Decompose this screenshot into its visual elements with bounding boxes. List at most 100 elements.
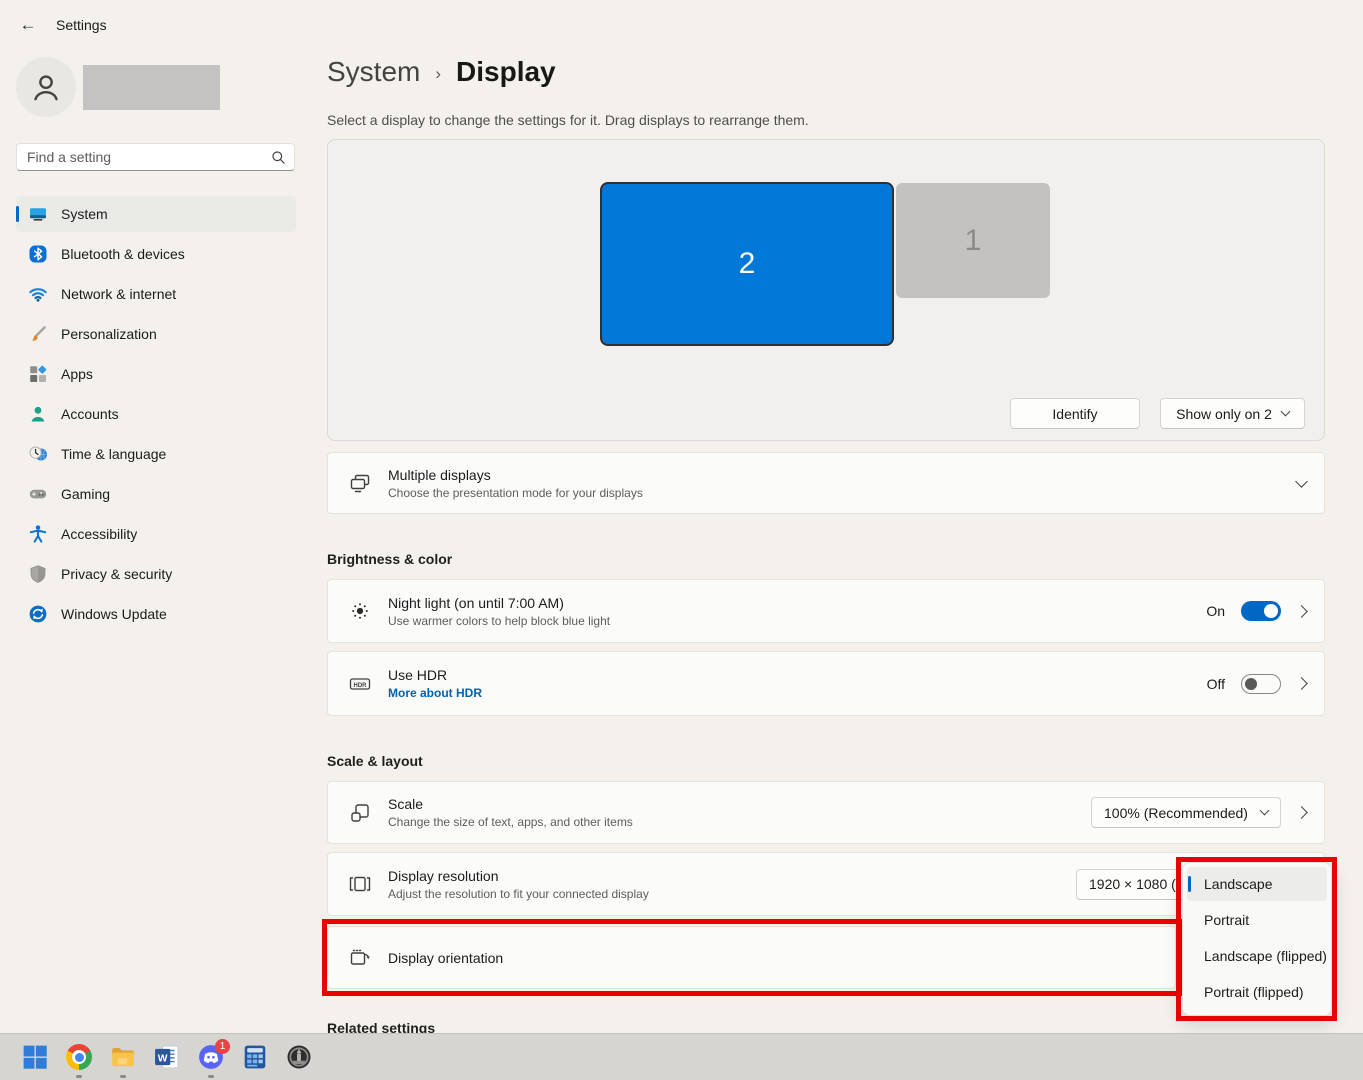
taskbar: W 1 — [0, 1033, 1363, 1080]
scale-dropdown[interactable]: 100% (Recommended) — [1091, 797, 1281, 828]
more-about-hdr-link[interactable]: More about HDR — [388, 686, 482, 700]
orientation-option-portrait[interactable]: Portrait — [1187, 903, 1327, 937]
row-title: Multiple displays — [388, 467, 643, 483]
sidebar-item-personalization[interactable]: Personalization — [16, 316, 296, 352]
sidebar-item-system[interactable]: System — [16, 196, 296, 232]
chevron-right-icon[interactable] — [1295, 806, 1308, 819]
section-scale-layout: Scale & layout — [327, 753, 423, 769]
row-subtitle: Change the size of text, apps, and other… — [388, 815, 633, 829]
identify-button[interactable]: Identify — [1010, 398, 1140, 429]
search-box[interactable] — [16, 143, 295, 171]
multiple-displays-row[interactable]: Multiple displays Choose the presentatio… — [327, 452, 1325, 514]
search-input[interactable] — [19, 149, 271, 165]
chevron-right-icon[interactable] — [1295, 605, 1308, 618]
gamepad-icon — [28, 484, 48, 504]
monitor-2[interactable]: 2 — [600, 182, 894, 346]
show-only-dropdown[interactable]: Show only on 2 — [1160, 398, 1305, 429]
hdr-toggle[interactable] — [1241, 674, 1281, 694]
row-subtitle: Use warmer colors to help block blue lig… — [388, 614, 610, 628]
breadcrumb: System › Display — [327, 56, 556, 88]
accessibility-icon — [28, 524, 48, 544]
running-indicator — [120, 1075, 126, 1078]
orientation-dropdown-menu: Landscape Portrait Landscape (flipped) P… — [1182, 862, 1332, 1016]
hdr-state: Off — [1207, 676, 1225, 692]
calculator-icon — [242, 1044, 268, 1070]
taskbar-word[interactable]: W — [154, 1044, 180, 1070]
taskbar-file-explorer[interactable] — [110, 1044, 136, 1070]
taskbar-calculator[interactable] — [242, 1044, 268, 1070]
scale-icon — [348, 801, 372, 825]
sidebar-item-label: System — [61, 206, 108, 222]
world-of-tanks-icon — [286, 1044, 312, 1070]
row-title: Night light (on until 7:00 AM) — [388, 595, 610, 611]
row-title: Scale — [388, 796, 633, 812]
option-label: Portrait (flipped) — [1204, 984, 1304, 1000]
running-indicator — [208, 1075, 214, 1078]
show-only-label: Show only on 2 — [1176, 406, 1272, 422]
sidebar-item-apps[interactable]: Apps — [16, 356, 296, 392]
display-orientation-row[interactable]: Display orientation — [327, 926, 1176, 989]
orientation-option-landscape[interactable]: Landscape — [1187, 867, 1327, 901]
row-title: Use HDR — [388, 667, 482, 683]
avatar[interactable] — [16, 57, 76, 117]
row-subtitle: Choose the presentation mode for your di… — [388, 486, 643, 500]
toggle-knob — [1245, 678, 1257, 690]
breadcrumb-separator: › — [435, 61, 441, 84]
sidebar-item-network-internet[interactable]: Network & internet — [16, 276, 296, 312]
chevron-right-icon[interactable] — [1295, 677, 1308, 690]
resolution-value: 1920 × 1080 ( — [1089, 876, 1176, 892]
svg-text:HDR: HDR — [354, 682, 368, 688]
search-icon — [271, 150, 286, 165]
sidebar-item-label: Apps — [61, 366, 93, 382]
use-hdr-row[interactable]: HDR Use HDR More about HDR Off — [327, 651, 1325, 716]
running-indicator — [76, 1075, 82, 1078]
breadcrumb-system[interactable]: System — [327, 56, 420, 88]
sidebar-item-label: Bluetooth & devices — [61, 246, 185, 262]
taskbar-discord[interactable]: 1 — [198, 1044, 224, 1070]
sidebar-item-label: Gaming — [61, 486, 110, 502]
update-icon — [28, 604, 48, 624]
shield-icon — [28, 564, 48, 584]
taskbar-world-of-tanks[interactable] — [286, 1044, 312, 1070]
orientation-option-portrait-flipped[interactable]: Portrait (flipped) — [1187, 975, 1327, 1009]
hdr-icon: HDR — [348, 672, 372, 696]
sidebar-item-windows-update[interactable]: Windows Update — [16, 596, 296, 632]
night-light-row[interactable]: Night light (on until 7:00 AM) Use warme… — [327, 579, 1325, 643]
page-subtitle: Select a display to change the settings … — [327, 112, 809, 128]
sidebar-item-label: Time & language — [61, 446, 166, 462]
scale-row[interactable]: Scale Change the size of text, apps, and… — [327, 781, 1325, 844]
row-title: Display orientation — [388, 950, 503, 966]
monitor-1[interactable]: 1 — [896, 183, 1050, 298]
option-label: Portrait — [1204, 912, 1249, 928]
display-resolution-row[interactable]: Display resolution Adjust the resolution… — [327, 852, 1325, 916]
sidebar-item-privacy-security[interactable]: Privacy & security — [16, 556, 296, 592]
page-title: Display — [456, 56, 556, 88]
sidebar-nav: System Bluetooth & devices Network & int… — [16, 196, 296, 636]
orientation-option-landscape-flipped[interactable]: Landscape (flipped) — [1187, 939, 1327, 973]
wifi-icon — [28, 284, 48, 304]
back-icon[interactable]: ← — [14, 12, 42, 38]
clock-globe-icon — [28, 444, 48, 464]
folder-icon — [110, 1044, 136, 1070]
sidebar-item-gaming[interactable]: Gaming — [16, 476, 296, 512]
chevron-down-icon[interactable] — [1295, 475, 1308, 488]
taskbar-chrome[interactable] — [66, 1044, 92, 1070]
apps-icon — [28, 364, 48, 384]
sidebar-item-accounts[interactable]: Accounts — [16, 396, 296, 432]
selected-indicator — [1188, 876, 1191, 892]
start-button[interactable] — [22, 1044, 48, 1070]
notification-badge: 1 — [215, 1039, 230, 1054]
sidebar-item-time-language[interactable]: Time & language — [16, 436, 296, 472]
sidebar-item-label: Personalization — [61, 326, 157, 342]
sidebar-item-label: Windows Update — [61, 606, 167, 622]
accounts-icon — [28, 404, 48, 424]
toggle-knob — [1264, 604, 1278, 618]
sidebar-item-accessibility[interactable]: Accessibility — [16, 516, 296, 552]
svg-text:W: W — [158, 1053, 168, 1064]
option-label: Landscape (flipped) — [1204, 948, 1327, 964]
display-resolution-icon — [348, 872, 372, 896]
sidebar-item-bluetooth-devices[interactable]: Bluetooth & devices — [16, 236, 296, 272]
display-orientation-icon — [348, 946, 372, 970]
night-light-toggle[interactable] — [1241, 601, 1281, 621]
night-light-state: On — [1206, 603, 1225, 619]
